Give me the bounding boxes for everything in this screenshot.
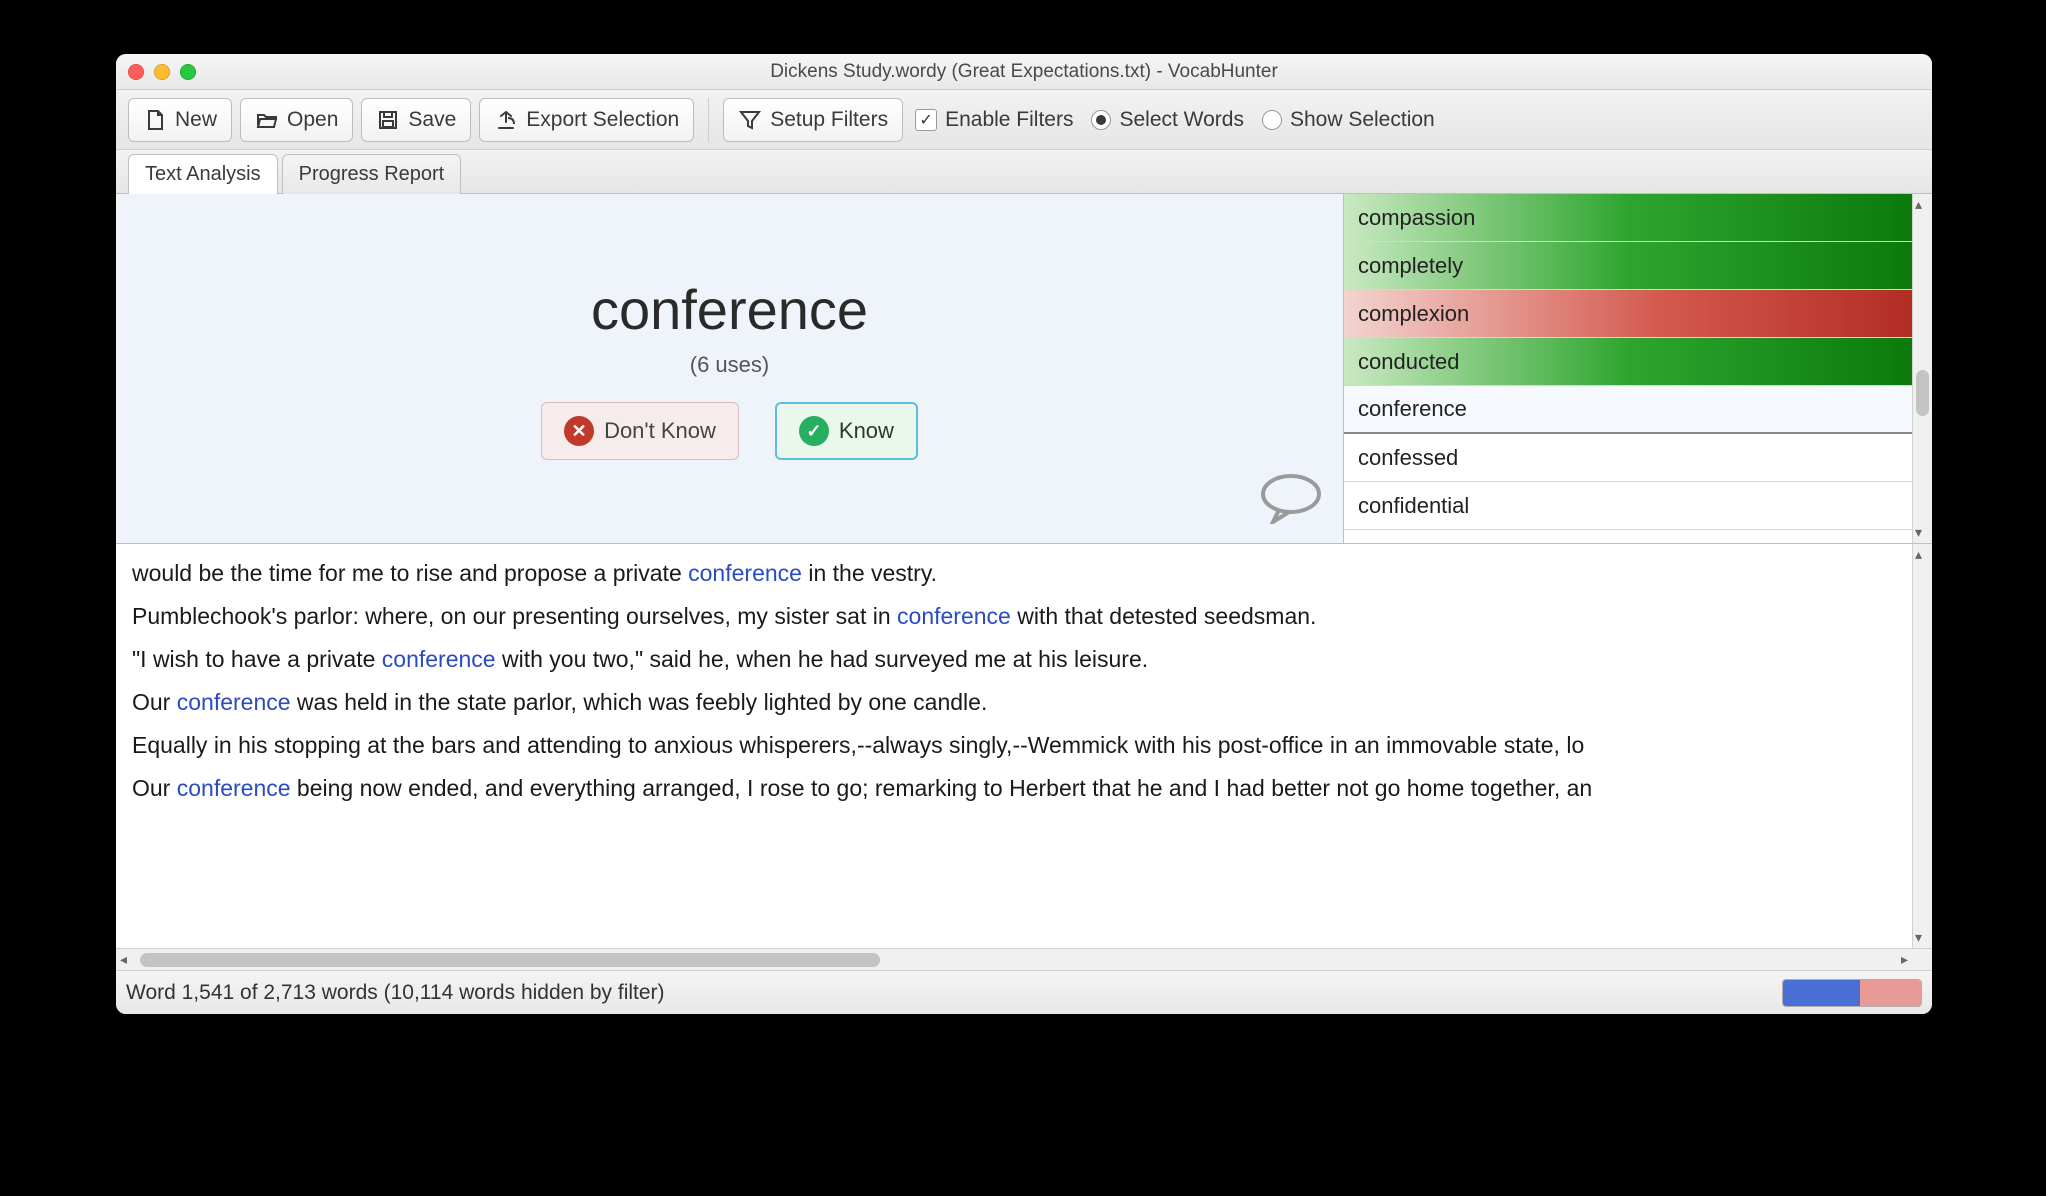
open-label: Open <box>287 108 338 132</box>
progress-unknown <box>1860 980 1921 1006</box>
tab-text-analysis[interactable]: Text Analysis <box>128 154 278 194</box>
status-bar: Word 1,541 of 2,713 words (10,114 words … <box>116 970 1932 1014</box>
focus-pane: conference (6 uses) ✕ Don't Know ✓ Know <box>116 194 1344 543</box>
x-circle-icon: ✕ <box>564 416 594 446</box>
word-list-item[interactable]: confessed <box>1344 434 1912 482</box>
export-icon <box>494 108 518 132</box>
setup-filters-label: Setup Filters <box>770 108 888 132</box>
word-list-item[interactable]: conference <box>1344 386 1912 434</box>
file-new-icon <box>143 108 167 132</box>
usage-scrollbar-horizontal[interactable]: ◂ ▸ <box>116 948 1932 970</box>
scroll-up-icon[interactable]: ▴ <box>1915 546 1922 563</box>
focus-word: conference <box>591 277 868 342</box>
usage-line[interactable]: Equally in his stopping at the bars and … <box>116 724 1912 767</box>
check-circle-icon: ✓ <box>799 416 829 446</box>
funnel-filter-icon <box>738 108 762 132</box>
open-button[interactable]: Open <box>240 98 353 142</box>
upper-panes: conference (6 uses) ✕ Don't Know ✓ Know <box>116 194 1932 544</box>
usage-list[interactable]: would be the time for me to rise and pro… <box>116 544 1912 948</box>
scroll-down-icon[interactable]: ▾ <box>1915 524 1922 541</box>
save-label: Save <box>408 108 456 132</box>
scroll-thumb[interactable] <box>140 953 880 967</box>
select-words-label: Select Words <box>1119 108 1244 132</box>
toolbar: New Open Save Export Selection Setup Fil… <box>116 90 1932 150</box>
floppy-save-icon <box>376 108 400 132</box>
titlebar: Dickens Study.wordy (Great Expectations.… <box>116 54 1932 90</box>
scroll-down-icon[interactable]: ▾ <box>1915 929 1922 946</box>
window-controls <box>128 64 196 80</box>
progress-bar <box>1782 979 1922 1007</box>
setup-filters-button[interactable]: Setup Filters <box>723 98 903 142</box>
usage-pane: would be the time for me to rise and pro… <box>116 544 1932 948</box>
main-area: conference (6 uses) ✕ Don't Know ✓ Know <box>116 194 1932 1014</box>
window-title: Dickens Study.wordy (Great Expectations.… <box>116 61 1932 83</box>
scroll-up-icon[interactable]: ▴ <box>1915 196 1922 213</box>
word-list-pane: compassioncompletelycomplexionconductedc… <box>1344 194 1932 543</box>
app-window: Dickens Study.wordy (Great Expectations.… <box>116 54 1932 1014</box>
usage-line[interactable]: "I wish to have a private conference wit… <box>116 638 1912 681</box>
export-label: Export Selection <box>526 108 679 132</box>
usage-line[interactable]: Our conference being now ended, and ever… <box>116 767 1912 810</box>
focus-buttons: ✕ Don't Know ✓ Know <box>541 402 918 460</box>
radio-selected-icon <box>1091 110 1111 130</box>
zoom-icon[interactable] <box>180 64 196 80</box>
know-label: Know <box>839 418 894 444</box>
word-list-item[interactable]: complexion <box>1344 290 1912 338</box>
tab-bar: Text Analysis Progress Report <box>116 150 1932 194</box>
enable-filters-label: Enable Filters <box>945 108 1073 132</box>
word-list-item[interactable]: conducted <box>1344 338 1912 386</box>
know-button[interactable]: ✓ Know <box>775 402 918 460</box>
show-selection-radio[interactable]: Show Selection <box>1262 108 1435 132</box>
show-selection-label: Show Selection <box>1290 108 1435 132</box>
checkbox-checked-icon: ✓ <box>915 109 937 131</box>
usage-line[interactable]: Our conference was held in the state par… <box>116 681 1912 724</box>
minimize-icon[interactable] <box>154 64 170 80</box>
new-button[interactable]: New <box>128 98 232 142</box>
folder-open-icon <box>255 108 279 132</box>
usage-scrollbar-vertical[interactable]: ▴ ▾ <box>1912 544 1932 948</box>
save-button[interactable]: Save <box>361 98 471 142</box>
progress-known <box>1783 980 1860 1006</box>
enable-filters-checkbox[interactable]: ✓ Enable Filters <box>915 108 1073 132</box>
word-list-scrollbar[interactable]: ▴ ▾ <box>1912 194 1932 543</box>
usage-line[interactable]: Pumblechook's parlor: where, on our pres… <box>116 595 1912 638</box>
export-selection-button[interactable]: Export Selection <box>479 98 694 142</box>
radio-unselected-icon <box>1262 110 1282 130</box>
close-icon[interactable] <box>128 64 144 80</box>
scroll-left-icon[interactable]: ◂ <box>120 951 127 968</box>
usage-line[interactable]: would be the time for me to rise and pro… <box>116 552 1912 595</box>
tab-progress-report[interactable]: Progress Report <box>282 154 462 194</box>
word-list-item[interactable]: completely <box>1344 242 1912 290</box>
dont-know-button[interactable]: ✕ Don't Know <box>541 402 739 460</box>
focus-uses: (6 uses) <box>690 352 769 378</box>
scroll-right-icon[interactable]: ▸ <box>1901 951 1908 968</box>
toolbar-separator <box>708 98 709 142</box>
word-list-item[interactable]: compassion <box>1344 194 1912 242</box>
select-words-radio[interactable]: Select Words <box>1091 108 1244 132</box>
word-list-item[interactable]: confidential <box>1344 482 1912 530</box>
dont-know-label: Don't Know <box>604 418 716 444</box>
note-speech-icon[interactable] <box>1259 474 1323 529</box>
scroll-thumb[interactable] <box>1916 370 1929 416</box>
word-list[interactable]: compassioncompletelycomplexionconductedc… <box>1344 194 1912 543</box>
status-text: Word 1,541 of 2,713 words (10,114 words … <box>126 981 665 1005</box>
new-label: New <box>175 108 217 132</box>
